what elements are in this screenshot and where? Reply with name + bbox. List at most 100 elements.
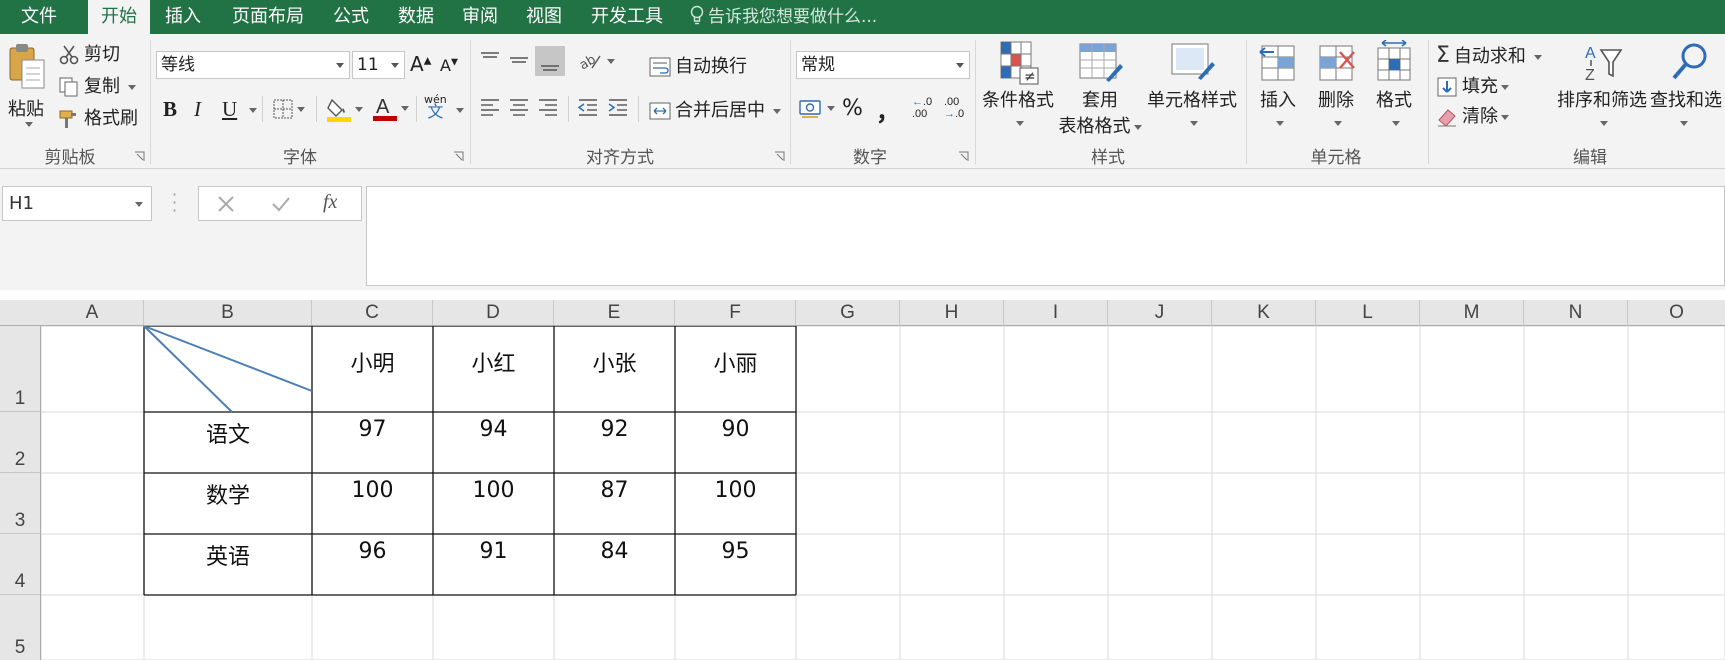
cell-E3[interactable]: 87 <box>554 478 675 503</box>
borders-dropdown[interactable] <box>297 106 305 112</box>
dialog-launcher-icon[interactable] <box>134 151 145 162</box>
cell-F1[interactable]: 小丽 <box>675 346 796 378</box>
comma-style-button[interactable]: ， <box>876 92 900 127</box>
column-header[interactable]: G <box>796 300 900 325</box>
dialog-launcher-icon[interactable] <box>774 151 785 162</box>
column-header[interactable]: D <box>433 300 554 325</box>
tab-view[interactable]: 视图 <box>516 0 572 34</box>
enter-check-icon[interactable] <box>271 195 291 213</box>
phonetic-guide-button[interactable]: wén 文 <box>424 94 447 120</box>
underline-button[interactable]: U <box>222 97 237 122</box>
column-header[interactable]: K <box>1212 300 1316 325</box>
sort-filter-dropdown[interactable] <box>1599 120 1608 126</box>
drag-handle-icon[interactable]: · · · <box>172 187 177 219</box>
font-color-button[interactable]: A <box>372 94 409 122</box>
cell-C4[interactable]: 96 <box>312 539 433 564</box>
shrink-font-button[interactable]: A▼ <box>440 56 458 75</box>
formula-input[interactable] <box>366 186 1725 286</box>
format-painter-button[interactable]: 格式刷 <box>58 104 138 130</box>
cell-D4[interactable]: 91 <box>433 539 554 564</box>
phonetic-dropdown[interactable] <box>456 108 464 113</box>
cell-D3[interactable]: 100 <box>433 478 554 503</box>
tab-review[interactable]: 审阅 <box>452 0 508 34</box>
tab-home[interactable]: 开始 <box>88 0 150 34</box>
column-header[interactable]: B <box>144 300 312 325</box>
row-header[interactable]: 1 <box>0 326 40 412</box>
copy-dropdown[interactable] <box>128 84 136 90</box>
cell-styles-dropdown[interactable] <box>1189 120 1198 126</box>
borders-button[interactable] <box>272 98 305 120</box>
format-cells-button[interactable]: 格式 <box>1368 40 1420 133</box>
align-left-button[interactable] <box>478 96 502 118</box>
tell-me-box[interactable]: 告诉我您想要做什么... <box>690 0 877 34</box>
column-header[interactable]: C <box>312 300 433 325</box>
tab-data[interactable]: 数据 <box>388 0 444 34</box>
fill-color-dropdown[interactable] <box>355 106 363 112</box>
fill-button[interactable]: 填充 <box>1436 72 1509 98</box>
format-as-table-button[interactable]: 套用 表格格式 <box>1056 40 1144 138</box>
align-top-button[interactable] <box>478 48 502 72</box>
column-header[interactable]: J <box>1108 300 1212 325</box>
row-header[interactable]: 4 <box>0 534 40 595</box>
align-bottom-button[interactable] <box>535 46 565 76</box>
cancel-icon[interactable] <box>217 195 235 213</box>
tab-formulas[interactable]: 公式 <box>323 0 379 34</box>
align-middle-button[interactable] <box>507 48 531 72</box>
cell-C2[interactable]: 97 <box>312 417 433 442</box>
underline-dropdown[interactable] <box>249 108 257 113</box>
cell-C1[interactable]: 小明 <box>312 346 433 378</box>
dialog-launcher-icon[interactable] <box>453 151 464 162</box>
column-header[interactable]: A <box>41 300 144 325</box>
cell-D2[interactable]: 94 <box>433 417 554 442</box>
tab-insert[interactable]: 插入 <box>155 0 211 34</box>
tab-developer[interactable]: 开发工具 <box>584 0 670 34</box>
decrease-indent-button[interactable] <box>576 96 600 118</box>
cell-E2[interactable]: 92 <box>554 417 675 442</box>
autosum-dropdown[interactable] <box>1533 54 1542 60</box>
column-header[interactable]: N <box>1524 300 1628 325</box>
paste-dropdown[interactable] <box>25 122 33 127</box>
conditional-formatting-dropdown[interactable] <box>1015 120 1024 126</box>
cell-C3[interactable]: 100 <box>312 478 433 503</box>
conditional-formatting-button[interactable]: ≠ 条件格式 <box>980 40 1056 133</box>
fill-color-button[interactable] <box>326 96 363 122</box>
font-color-dropdown[interactable] <box>401 105 409 111</box>
find-select-dropdown[interactable] <box>1680 120 1688 126</box>
find-select-button[interactable]: 查找和选 <box>1650 40 1725 133</box>
insert-function-button[interactable]: fx <box>323 191 337 214</box>
fill-dropdown[interactable] <box>1501 84 1509 90</box>
percent-button[interactable]: % <box>842 96 863 121</box>
cell-D1[interactable]: 小红 <box>433 346 554 378</box>
sort-filter-button[interactable]: AZ 排序和筛选 <box>1556 40 1648 133</box>
delete-cells-dropdown[interactable] <box>1333 120 1342 126</box>
font-name-select[interactable]: 等线 <box>156 51 350 79</box>
align-right-button[interactable] <box>536 96 560 118</box>
copy-button[interactable]: 复制 <box>58 72 136 98</box>
row-header[interactable]: 2 <box>0 412 40 473</box>
clear-button[interactable]: 清除 <box>1436 102 1509 128</box>
cell-F4[interactable]: 95 <box>675 539 796 564</box>
merge-center-button[interactable]: 合并后居中 <box>648 96 781 122</box>
name-box[interactable]: H1 <box>2 186 152 221</box>
decrease-decimal-button[interactable]: .00 →.0 <box>944 96 964 120</box>
cell-styles-button[interactable]: 单元格样式 <box>1146 40 1238 133</box>
column-header[interactable]: F <box>675 300 796 325</box>
column-header[interactable]: E <box>554 300 675 325</box>
wrap-text-button[interactable]: 自动换行 <box>648 52 747 79</box>
autosum-button[interactable]: Σ 自动求和 <box>1436 42 1542 68</box>
number-format-select[interactable]: 常规 <box>796 51 970 79</box>
format-as-table-dropdown[interactable] <box>1133 124 1142 130</box>
orientation-button[interactable]: ab <box>578 50 615 72</box>
cell-B2[interactable]: 语文 <box>144 417 312 449</box>
cell-F2[interactable]: 90 <box>675 417 796 442</box>
grow-font-button[interactable]: A▲ <box>410 52 431 76</box>
accounting-dropdown[interactable] <box>827 105 835 111</box>
cell-B4[interactable]: 英语 <box>144 539 312 571</box>
font-size-select[interactable]: 11 <box>352 51 405 79</box>
tab-file[interactable]: 文件 <box>0 0 78 34</box>
insert-cells-dropdown[interactable] <box>1275 120 1284 126</box>
column-header[interactable]: O <box>1628 300 1725 325</box>
increase-decimal-button[interactable]: ←.0.00 <box>912 96 932 120</box>
accounting-format-button[interactable] <box>798 96 835 120</box>
delete-cells-button[interactable]: 删除 <box>1310 40 1362 133</box>
